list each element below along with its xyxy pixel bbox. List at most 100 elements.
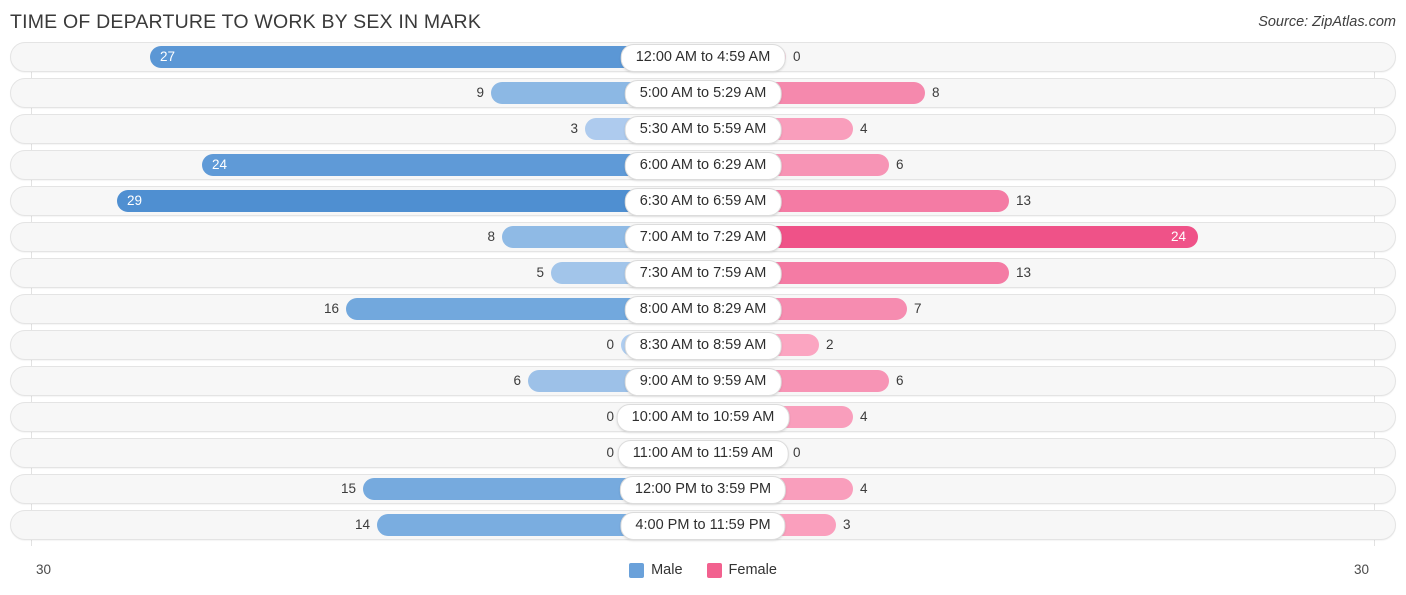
male-half: 8 bbox=[11, 223, 703, 251]
male-value-label: 8 bbox=[487, 229, 495, 244]
category-label: 4:00 PM to 11:59 PM bbox=[620, 512, 786, 540]
male-half: 3 bbox=[11, 115, 703, 143]
female-value-label: 7 bbox=[914, 301, 922, 316]
male-half: 0 bbox=[11, 403, 703, 431]
legend-swatch-icon bbox=[629, 562, 645, 578]
category-label: 6:00 AM to 6:29 AM bbox=[624, 152, 782, 180]
female-half: 4 bbox=[703, 403, 1395, 431]
page-title: TIME OF DEPARTURE TO WORK BY SEX IN MARK bbox=[10, 11, 482, 33]
category-label: 7:00 AM to 7:29 AM bbox=[624, 224, 782, 252]
legend-swatch-icon bbox=[706, 562, 722, 578]
female-half: 6 bbox=[703, 367, 1395, 395]
legend-label: Male bbox=[651, 562, 683, 578]
female-bar[interactable]: 24 bbox=[712, 226, 1198, 248]
female-half: 8 bbox=[703, 79, 1395, 107]
male-half: 27 bbox=[11, 43, 703, 71]
male-half: 14 bbox=[11, 511, 703, 539]
chart-row: 16 7 8:00 AM to 8:29 AM bbox=[10, 294, 1396, 324]
female-value-label: 4 bbox=[860, 481, 868, 496]
female-half: 13 bbox=[703, 259, 1395, 287]
chart-row: 27 0 12:00 AM to 4:59 AM bbox=[10, 42, 1396, 72]
female-value-label: 0 bbox=[793, 445, 801, 460]
chart-row: 15 4 12:00 PM to 3:59 PM bbox=[10, 474, 1396, 504]
female-value-label: 8 bbox=[932, 85, 940, 100]
female-value-label: 2 bbox=[826, 337, 834, 352]
male-bar[interactable]: 29 bbox=[117, 190, 694, 212]
diverging-bar-chart: 27 0 12:00 AM to 4:59 AM 9 8 5:00 AM to 5:29 … bbox=[0, 42, 1406, 552]
male-value-label: 0 bbox=[606, 409, 614, 424]
female-value-label: 4 bbox=[860, 409, 868, 424]
female-half: 0 bbox=[703, 439, 1395, 467]
male-value-label: 5 bbox=[536, 265, 544, 280]
female-value-label: 3 bbox=[843, 517, 851, 532]
male-half: 9 bbox=[11, 79, 703, 107]
legend-item[interactable]: Female bbox=[706, 562, 777, 578]
male-value-label: 16 bbox=[323, 301, 339, 316]
chart-row: 0 0 11:00 AM to 11:59 AM bbox=[10, 438, 1396, 468]
female-half: 4 bbox=[703, 115, 1395, 143]
chart-row: 5 13 7:30 AM to 7:59 AM bbox=[10, 258, 1396, 288]
chart-header: TIME OF DEPARTURE TO WORK BY SEX IN MARK… bbox=[0, 0, 1406, 42]
female-value-label: 13 bbox=[1016, 265, 1032, 280]
female-value-label: 6 bbox=[896, 373, 904, 388]
male-bar[interactable]: 24 bbox=[202, 154, 694, 176]
female-half: 4 bbox=[703, 475, 1395, 503]
male-value-label: 6 bbox=[513, 373, 521, 388]
male-half: 29 bbox=[11, 187, 703, 215]
category-label: 8:00 AM to 8:29 AM bbox=[624, 296, 782, 324]
legend-item[interactable]: Male bbox=[629, 562, 683, 578]
chart-row: 6 6 9:00 AM to 9:59 AM bbox=[10, 366, 1396, 396]
female-half: 2 bbox=[703, 331, 1395, 359]
chart-footer: 30 30 Male Female bbox=[0, 552, 1406, 595]
male-value-label: 24 bbox=[212, 157, 228, 172]
source-attribution: Source: ZipAtlas.com bbox=[1258, 14, 1396, 30]
female-value-label: 24 bbox=[1170, 229, 1186, 244]
chart-row: 8 24 7:00 AM to 7:29 AM bbox=[10, 222, 1396, 252]
chart-page: TIME OF DEPARTURE TO WORK BY SEX IN MARK… bbox=[0, 0, 1406, 595]
female-value-label: 0 bbox=[793, 49, 801, 64]
female-half: 0 bbox=[703, 43, 1395, 71]
male-value-label: 15 bbox=[340, 481, 356, 496]
category-label: 5:30 AM to 5:59 AM bbox=[624, 116, 782, 144]
male-value-label: 29 bbox=[127, 193, 143, 208]
chart-row: 0 2 8:30 AM to 8:59 AM bbox=[10, 330, 1396, 360]
male-half: 0 bbox=[11, 331, 703, 359]
chart-row: 29 13 6:30 AM to 6:59 AM bbox=[10, 186, 1396, 216]
female-half: 13 bbox=[703, 187, 1395, 215]
category-label: 11:00 AM to 11:59 AM bbox=[617, 440, 789, 468]
male-value-label: 9 bbox=[476, 85, 484, 100]
chart-rows: 27 0 12:00 AM to 4:59 AM 9 8 5:00 AM to 5:29 … bbox=[0, 42, 1406, 540]
male-half: 5 bbox=[11, 259, 703, 287]
chart-row: 0 4 10:00 AM to 10:59 AM bbox=[10, 402, 1396, 432]
chart-row: 9 8 5:00 AM to 5:29 AM bbox=[10, 78, 1396, 108]
category-label: 12:00 AM to 4:59 AM bbox=[620, 44, 786, 72]
male-half: 6 bbox=[11, 367, 703, 395]
category-label: 10:00 AM to 10:59 AM bbox=[616, 404, 790, 432]
male-half: 0 bbox=[11, 439, 703, 467]
category-label: 5:00 AM to 5:29 AM bbox=[624, 80, 782, 108]
category-label: 8:30 AM to 8:59 AM bbox=[624, 332, 782, 360]
male-half: 15 bbox=[11, 475, 703, 503]
male-value-label: 0 bbox=[606, 337, 614, 352]
category-label: 9:00 AM to 9:59 AM bbox=[624, 368, 782, 396]
female-value-label: 13 bbox=[1016, 193, 1032, 208]
female-half: 3 bbox=[703, 511, 1395, 539]
male-value-label: 27 bbox=[160, 49, 176, 64]
male-bar[interactable]: 27 bbox=[150, 46, 694, 68]
female-half: 7 bbox=[703, 295, 1395, 323]
category-label: 7:30 AM to 7:59 AM bbox=[624, 260, 782, 288]
category-label: 6:30 AM to 6:59 AM bbox=[624, 188, 782, 216]
male-value-label: 3 bbox=[570, 121, 578, 136]
male-half: 16 bbox=[11, 295, 703, 323]
female-value-label: 6 bbox=[896, 157, 904, 172]
male-half: 24 bbox=[11, 151, 703, 179]
legend-label: Female bbox=[728, 562, 777, 578]
chart-row: 14 3 4:00 PM to 11:59 PM bbox=[10, 510, 1396, 540]
male-value-label: 14 bbox=[354, 517, 370, 532]
chart-row: 24 6 6:00 AM to 6:29 AM bbox=[10, 150, 1396, 180]
female-half: 6 bbox=[703, 151, 1395, 179]
male-value-label: 0 bbox=[606, 445, 614, 460]
female-half: 24 bbox=[703, 223, 1395, 251]
female-value-label: 4 bbox=[860, 121, 868, 136]
chart-legend: Male Female bbox=[0, 562, 1406, 578]
